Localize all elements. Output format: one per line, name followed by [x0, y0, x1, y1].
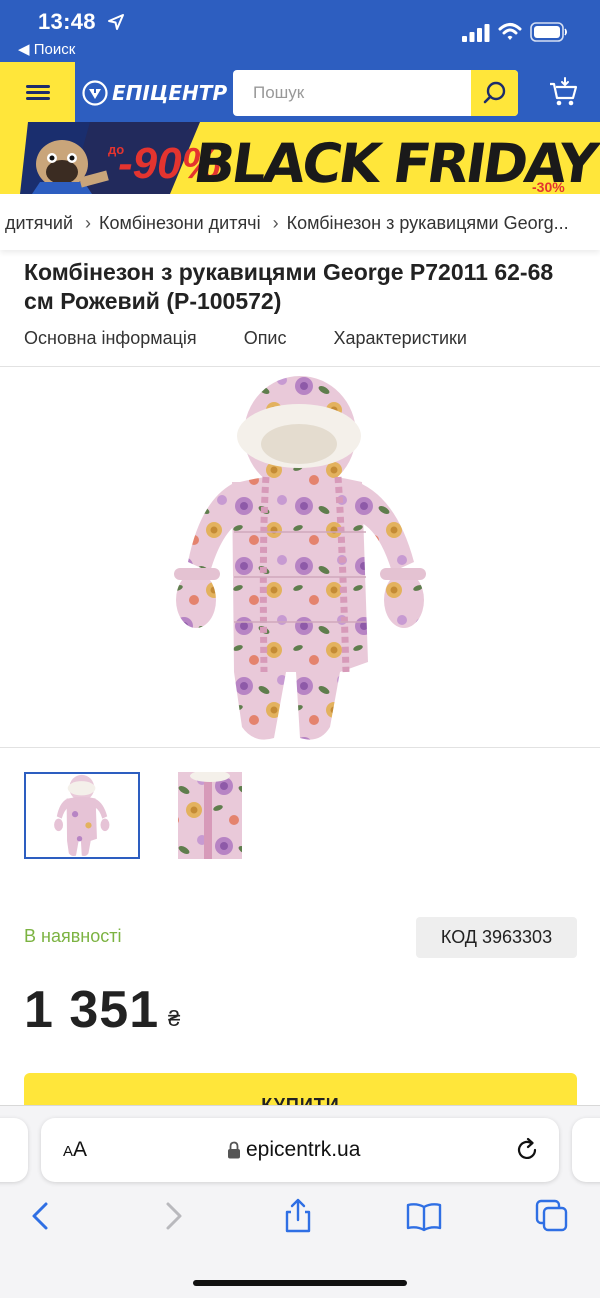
price-currency: ₴ [168, 1006, 181, 1031]
safari-bottom-bar: AA epicentrk.ua [0, 1105, 600, 1298]
product-tabs: Основна інформація Опис Характеристики [24, 328, 514, 349]
product-main-image[interactable] [170, 372, 432, 744]
search-box [233, 70, 518, 116]
breadcrumb: дитячий › Комбінезони дитячі › Комбінезо… [0, 196, 600, 250]
menu-icon [25, 82, 50, 103]
product-price: 1 351 [24, 981, 160, 1039]
safari-toolbar [0, 1198, 600, 1248]
breadcrumb-item[interactable]: Комбінезони дитячі [99, 213, 261, 234]
logo[interactable]: ЕПІЦЕНТР [82, 79, 227, 107]
banner-small-text: -30% [532, 179, 565, 194]
lock-icon [228, 1141, 240, 1159]
aa-large-label: A [73, 1138, 88, 1161]
chevron-right-icon: › [272, 212, 279, 233]
thumbnail-1[interactable] [24, 772, 140, 859]
cart-icon[interactable] [548, 76, 578, 108]
search-button[interactable] [471, 70, 518, 116]
search-input[interactable] [233, 70, 471, 116]
forward-icon[interactable] [154, 1198, 190, 1234]
share-icon[interactable] [280, 1198, 316, 1234]
url-text: epicentrk.ua [246, 1138, 361, 1161]
product-title: Комбінезон з рукавицями George P72011 62… [24, 259, 554, 314]
thumbnail-image [54, 774, 110, 857]
logo-text: ЕПІЦЕНТР [112, 81, 228, 105]
reader-settings-button[interactable]: AA [63, 1138, 87, 1162]
location-arrow-icon [108, 14, 124, 30]
breadcrumb-item[interactable]: Комбінезон з рукавицями Georg... [287, 213, 569, 234]
aa-small-label: A [63, 1143, 74, 1160]
previous-tab-preview[interactable] [0, 1118, 28, 1182]
back-icon[interactable] [24, 1198, 60, 1234]
divider [0, 747, 600, 748]
home-indicator [193, 1280, 407, 1286]
status-bar: 13:48 ◀ Поиск [0, 0, 600, 62]
divider [0, 366, 600, 367]
back-to-app-link[interactable]: ◀ Поиск [18, 40, 75, 58]
logo-icon [82, 80, 108, 106]
status-time: 13:48 [38, 9, 96, 34]
battery-icon [530, 22, 567, 42]
thumbnail-2[interactable] [150, 770, 266, 859]
address-bar[interactable]: AA epicentrk.ua [41, 1118, 559, 1182]
chevron-right-icon: › [85, 212, 92, 233]
availability-status: В наявності [24, 926, 122, 946]
menu-button[interactable] [0, 62, 75, 122]
wifi-icon [498, 23, 522, 40]
bookmarks-icon[interactable] [406, 1198, 442, 1234]
search-icon [483, 81, 505, 104]
tab-characteristics[interactable]: Характеристики [334, 328, 467, 349]
next-tab-preview[interactable] [572, 1118, 600, 1182]
product-code-badge: КОД 3963303 [416, 917, 577, 958]
tab-description[interactable]: Опис [244, 328, 287, 349]
url-display[interactable]: epicentrk.ua [227, 1138, 360, 1162]
breadcrumb-item[interactable]: дитячий [0, 213, 73, 234]
signal-icon [462, 24, 490, 42]
thumbnail-image [178, 770, 242, 859]
site-header: ЕПІЦЕНТР [0, 62, 600, 122]
reload-icon[interactable] [514, 1137, 540, 1163]
promo-banner[interactable]: до -90% BLACK FRIDAY -30% [0, 122, 600, 194]
tabs-icon[interactable] [534, 1198, 570, 1234]
tab-main-info[interactable]: Основна інформація [24, 328, 197, 349]
